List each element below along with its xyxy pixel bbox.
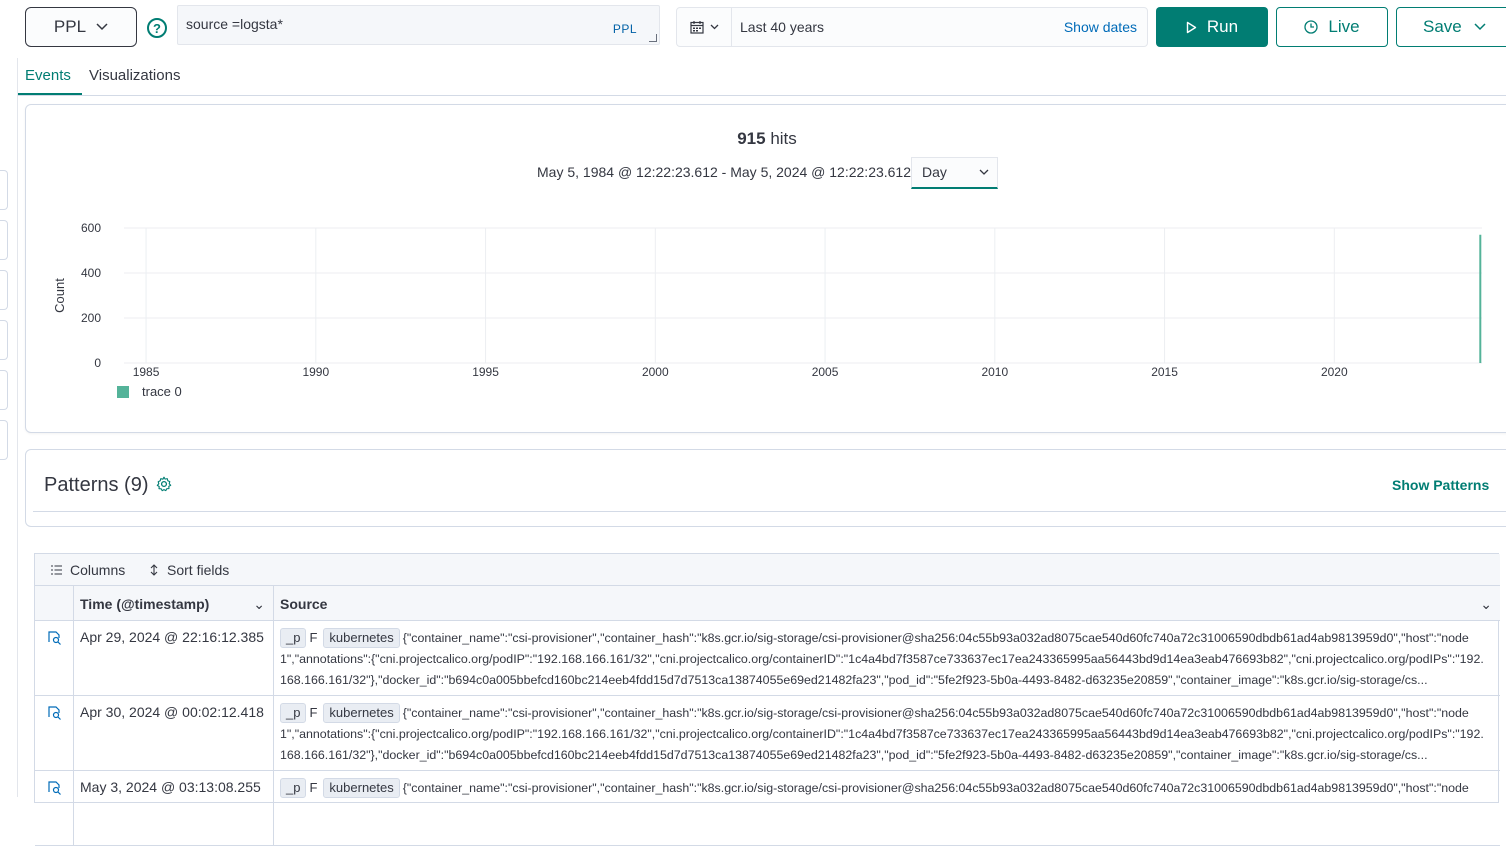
histogram-panel: 915 hits May 5, 1984 @ 12:22:23.612 - Ma… bbox=[25, 104, 1506, 433]
quick-menu-button[interactable] bbox=[677, 8, 732, 46]
y-tick-label: 200 bbox=[81, 311, 101, 325]
field-flag: F bbox=[309, 780, 318, 795]
live-label: Live bbox=[1328, 17, 1360, 36]
header-source-label: Source bbox=[280, 596, 328, 612]
save-button[interactable]: Save bbox=[1396, 7, 1506, 47]
header-time-label: Time (@timestamp) bbox=[80, 596, 210, 612]
inspect-document-icon[interactable] bbox=[35, 696, 74, 771]
sidebar-field-tab[interactable] bbox=[0, 420, 8, 460]
time-cell: Apr 29, 2024 @ 22:16:12.385 bbox=[74, 621, 274, 696]
histogram-chart: 0 200 400 600 1985 1990 1995 2000 2005 2010 2015 20… bbox=[52, 221, 1482, 399]
x-tick-label: 1985 bbox=[133, 365, 160, 379]
query-language-label: PPL bbox=[53, 17, 87, 36]
run-button[interactable]: Run bbox=[1156, 7, 1268, 47]
grid-header: Time (@timestamp) ⌄ Source ⌄ bbox=[35, 586, 1500, 621]
query-text[interactable]: source =logsta* bbox=[186, 16, 283, 32]
field-tag: kubernetes bbox=[323, 703, 400, 723]
field-flag: F bbox=[309, 630, 318, 645]
date-picker[interactable]: Last 40 years Show dates bbox=[676, 7, 1148, 47]
field-tag: kubernetes bbox=[323, 628, 400, 648]
time-cell: May 3, 2024 @ 03:13:08.255 bbox=[74, 771, 274, 846]
divider bbox=[33, 511, 1506, 512]
source-cell: _p Fkubernetes {"container_name":"csi-prov… bbox=[274, 696, 1496, 771]
query-language-select[interactable]: PPL bbox=[25, 7, 137, 47]
active-tab-indicator bbox=[18, 93, 82, 95]
field-flag: F bbox=[309, 705, 318, 720]
sidebar-field-tab[interactable] bbox=[0, 220, 8, 260]
time-cell: Apr 30, 2024 @ 00:02:12.418 bbox=[74, 696, 274, 771]
calendar-icon bbox=[689, 21, 704, 34]
field-tag: _p bbox=[280, 703, 307, 723]
field-tag: _p bbox=[280, 628, 307, 648]
source-cell: _p Fkubernetes {"container_name":"csi-prov… bbox=[274, 621, 1496, 696]
field-tag: kubernetes bbox=[323, 778, 400, 798]
chevron-down-icon bbox=[96, 23, 108, 31]
sidebar-field-tab[interactable] bbox=[0, 320, 8, 360]
show-patterns-button[interactable]: Show Patterns bbox=[1392, 477, 1489, 493]
patterns-panel: Patterns (9) Show Patterns bbox=[25, 449, 1506, 527]
source-cell: _p Fkubernetes {"container_name":"csi-prov… bbox=[274, 771, 1496, 846]
sort-icon bbox=[150, 564, 158, 576]
field-tag: _p bbox=[280, 778, 307, 798]
date-range-label: Last 40 years bbox=[740, 19, 825, 35]
table-row: Apr 30, 2024 @ 00:02:12.418 _p Fkubernete… bbox=[35, 696, 1500, 771]
table-row: Apr 29, 2024 @ 22:16:12.385 _p Fkubernete… bbox=[35, 621, 1500, 696]
x-tick-label: 2005 bbox=[812, 365, 839, 379]
columns-button[interactable]: Columns bbox=[51, 562, 125, 578]
chevron-down-icon[interactable]: ⌄ bbox=[253, 596, 265, 613]
query-toolbar: PPL ? source =logsta* PPL Last 40 years … bbox=[0, 0, 1506, 58]
inspect-document-icon[interactable] bbox=[35, 621, 74, 696]
chevron-down-icon bbox=[1474, 23, 1486, 31]
x-tick-label: 2010 bbox=[981, 365, 1008, 379]
resize-handle-icon[interactable] bbox=[649, 34, 657, 42]
histogram-bar bbox=[1479, 234, 1482, 363]
run-label: Run bbox=[1206, 17, 1239, 36]
clock-icon bbox=[1304, 20, 1319, 34]
legend-swatch bbox=[117, 386, 129, 398]
sort-fields-label: Sort fields bbox=[167, 562, 230, 578]
columns-label: Columns bbox=[70, 562, 126, 578]
x-tick-label: 2015 bbox=[1151, 365, 1178, 379]
x-tick-label: 2020 bbox=[1321, 365, 1348, 379]
x-tick-label: 2000 bbox=[642, 365, 669, 379]
grid-toolbar: Columns Sort fields bbox=[35, 554, 1500, 586]
source-json: {"container_name":"csi-provisioner","con… bbox=[280, 706, 1484, 762]
source-json: {"container_name":"csi-provisioner","con… bbox=[280, 631, 1484, 687]
list-icon bbox=[51, 565, 62, 575]
explorer-tabs: Events Visualizations bbox=[18, 58, 1506, 96]
inspect-document-icon[interactable] bbox=[35, 771, 74, 846]
tab-visualizations[interactable]: Visualizations bbox=[89, 67, 180, 84]
sort-fields-button[interactable]: Sort fields bbox=[149, 562, 229, 578]
x-tick-label: 1990 bbox=[302, 365, 329, 379]
show-dates-link[interactable]: Show dates bbox=[1064, 19, 1137, 35]
live-button[interactable]: Live bbox=[1276, 7, 1388, 47]
events-data-grid: Columns Sort fields Time (@timestamp) ⌄ S… bbox=[34, 553, 1500, 846]
chevron-down-icon bbox=[710, 24, 718, 30]
sidebar-field-tab[interactable] bbox=[0, 170, 8, 210]
y-tick-label: 400 bbox=[81, 266, 101, 280]
chevron-down-icon[interactable]: ⌄ bbox=[1480, 596, 1492, 613]
gear-icon[interactable] bbox=[156, 476, 172, 492]
sidebar-field-tab[interactable] bbox=[0, 370, 8, 410]
question-circle-icon[interactable]: ? bbox=[147, 18, 167, 38]
y-axis-label: Count bbox=[52, 278, 67, 313]
header-source[interactable]: Source ⌄ bbox=[274, 586, 1500, 621]
y-tick-label: 0 bbox=[94, 356, 101, 370]
header-time[interactable]: Time (@timestamp) ⌄ bbox=[74, 586, 274, 621]
patterns-title: Patterns (9) bbox=[44, 474, 149, 496]
legend-label: trace 0 bbox=[142, 384, 182, 399]
save-label: Save bbox=[1423, 17, 1462, 36]
header-control-column bbox=[35, 586, 74, 621]
query-language-tag: PPL bbox=[612, 22, 637, 36]
table-row: May 3, 2024 @ 03:13:08.255 _p Fkubernetes… bbox=[35, 771, 1500, 846]
y-tick-label: 600 bbox=[81, 221, 101, 235]
play-icon bbox=[1186, 21, 1197, 33]
left-sidebar-collapsed bbox=[0, 0, 18, 797]
x-tick-label: 1995 bbox=[472, 365, 499, 379]
source-json: {"container_name":"csi-provisioner","con… bbox=[402, 781, 1469, 795]
query-input[interactable]: source =logsta* PPL bbox=[177, 5, 660, 45]
sidebar-field-tab[interactable] bbox=[0, 270, 8, 310]
tab-events[interactable]: Events bbox=[25, 67, 71, 84]
